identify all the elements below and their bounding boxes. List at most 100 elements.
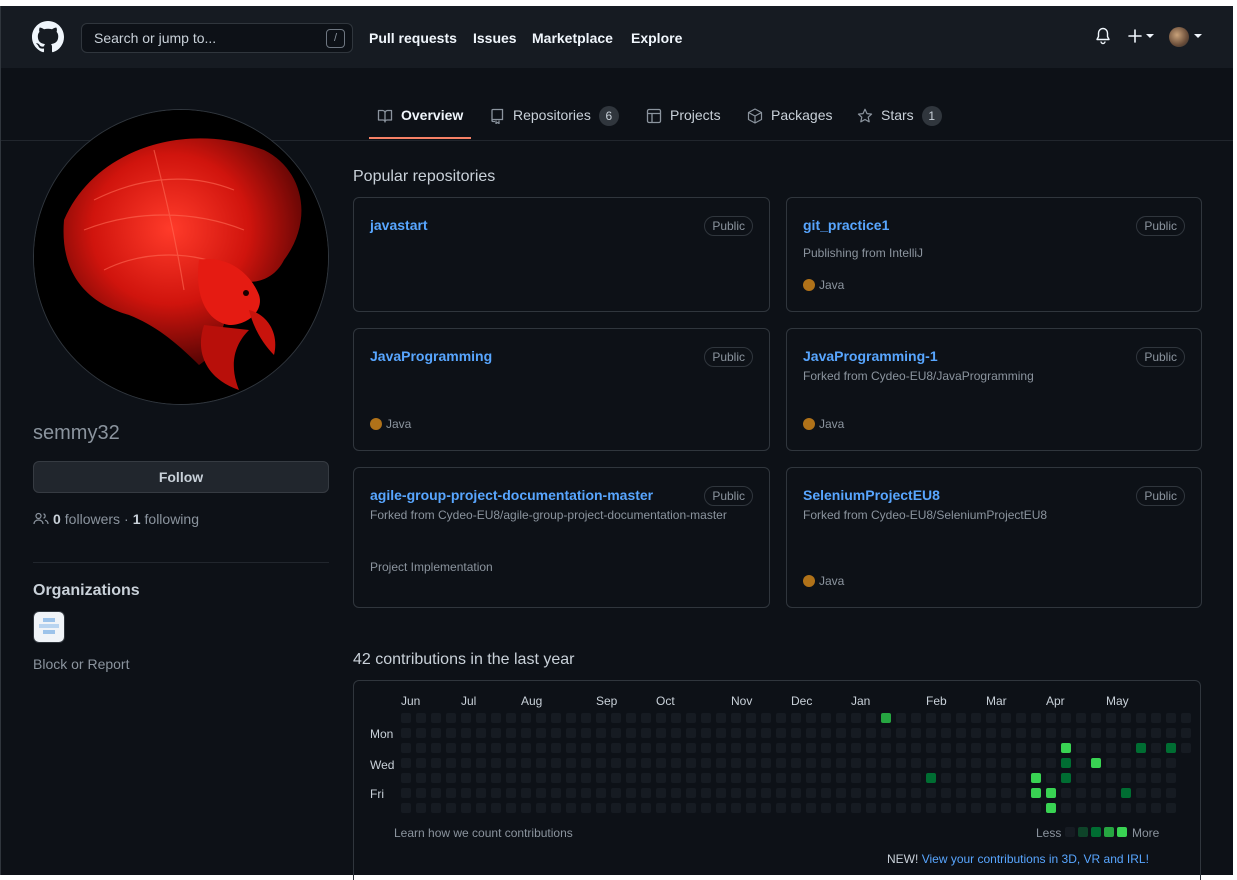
contribution-day[interactable]: [566, 803, 576, 813]
contribution-day[interactable]: [911, 713, 921, 723]
repo-link[interactable]: JavaProgramming-1: [803, 348, 938, 364]
contribution-day[interactable]: [446, 803, 456, 813]
contribution-day[interactable]: [776, 713, 786, 723]
contribution-day[interactable]: [1076, 788, 1086, 798]
contribution-day[interactable]: [911, 773, 921, 783]
contribution-day[interactable]: [1121, 758, 1131, 768]
contribution-day[interactable]: [611, 788, 621, 798]
contribution-day[interactable]: [956, 788, 966, 798]
contribution-day[interactable]: [521, 743, 531, 753]
contribution-day[interactable]: [1046, 788, 1056, 798]
contribution-day[interactable]: [671, 803, 681, 813]
view-3d-contributions-link[interactable]: View your contributions in 3D, VR and IR…: [922, 852, 1149, 866]
contribution-day[interactable]: [596, 728, 606, 738]
contribution-day[interactable]: [911, 803, 921, 813]
contribution-day[interactable]: [851, 773, 861, 783]
contribution-day[interactable]: [1151, 728, 1161, 738]
contribution-day[interactable]: [1106, 758, 1116, 768]
contribution-day[interactable]: [1016, 803, 1026, 813]
contribution-day[interactable]: [746, 743, 756, 753]
contribution-day[interactable]: [1061, 788, 1071, 798]
contribution-day[interactable]: [821, 788, 831, 798]
contribution-day[interactable]: [656, 758, 666, 768]
contribution-day[interactable]: [596, 743, 606, 753]
contribution-day[interactable]: [956, 803, 966, 813]
contribution-day[interactable]: [1046, 758, 1056, 768]
contribution-day[interactable]: [746, 728, 756, 738]
contribution-day[interactable]: [611, 803, 621, 813]
contribution-day[interactable]: [776, 728, 786, 738]
contribution-day[interactable]: [1016, 728, 1026, 738]
plus-dropdown-caret-icon[interactable]: [1146, 34, 1154, 38]
contribution-day[interactable]: [716, 728, 726, 738]
contribution-day[interactable]: [1001, 788, 1011, 798]
repo-link[interactable]: javastart: [370, 217, 428, 233]
contribution-day[interactable]: [791, 728, 801, 738]
contribution-day[interactable]: [476, 773, 486, 783]
contribution-day[interactable]: [701, 803, 711, 813]
contribution-day[interactable]: [1121, 743, 1131, 753]
contribution-day[interactable]: [476, 803, 486, 813]
contribution-day[interactable]: [671, 728, 681, 738]
contribution-day[interactable]: [1016, 773, 1026, 783]
contribution-day[interactable]: [476, 758, 486, 768]
contribution-day[interactable]: [1016, 713, 1026, 723]
contribution-day[interactable]: [821, 713, 831, 723]
contribution-day[interactable]: [1121, 803, 1131, 813]
repo-link[interactable]: git_practice1: [803, 217, 889, 233]
contribution-day[interactable]: [656, 728, 666, 738]
contribution-day[interactable]: [596, 773, 606, 783]
nav-marketplace[interactable]: Marketplace: [532, 30, 613, 46]
contribution-day[interactable]: [761, 743, 771, 753]
contribution-day[interactable]: [971, 713, 981, 723]
contribution-day[interactable]: [716, 773, 726, 783]
contribution-day[interactable]: [476, 743, 486, 753]
contribution-day[interactable]: [431, 788, 441, 798]
contribution-day[interactable]: [506, 803, 516, 813]
contribution-day[interactable]: [1151, 773, 1161, 783]
contribution-day[interactable]: [506, 713, 516, 723]
contribution-day[interactable]: [926, 713, 936, 723]
contribution-day[interactable]: [926, 758, 936, 768]
contribution-day[interactable]: [881, 788, 891, 798]
contribution-day[interactable]: [551, 728, 561, 738]
tab-repositories[interactable]: Repositories 6: [489, 106, 619, 140]
contribution-day[interactable]: [746, 758, 756, 768]
contribution-day[interactable]: [896, 743, 906, 753]
contribution-day[interactable]: [656, 743, 666, 753]
contribution-day[interactable]: [911, 788, 921, 798]
contribution-day[interactable]: [1136, 728, 1146, 738]
contribution-day[interactable]: [1091, 713, 1101, 723]
organization-avatar[interactable]: [33, 611, 65, 643]
contribution-day[interactable]: [941, 758, 951, 768]
contribution-day[interactable]: [551, 773, 561, 783]
contribution-day[interactable]: [716, 788, 726, 798]
contribution-day[interactable]: [491, 803, 501, 813]
contribution-day[interactable]: [401, 788, 411, 798]
contribution-day[interactable]: [1091, 728, 1101, 738]
contribution-day[interactable]: [1001, 758, 1011, 768]
contribution-day[interactable]: [1076, 713, 1086, 723]
contribution-day[interactable]: [656, 773, 666, 783]
contribution-day[interactable]: [1061, 773, 1071, 783]
contribution-day[interactable]: [536, 758, 546, 768]
contribution-day[interactable]: [926, 743, 936, 753]
contribution-day[interactable]: [656, 803, 666, 813]
contribution-day[interactable]: [701, 773, 711, 783]
contribution-day[interactable]: [1076, 773, 1086, 783]
contribution-day[interactable]: [941, 803, 951, 813]
contribution-day[interactable]: [1166, 743, 1176, 753]
contribution-day[interactable]: [986, 803, 996, 813]
contribution-day[interactable]: [881, 743, 891, 753]
contribution-day[interactable]: [806, 803, 816, 813]
contribution-day[interactable]: [761, 713, 771, 723]
contribution-day[interactable]: [971, 788, 981, 798]
contribution-day[interactable]: [851, 743, 861, 753]
contribution-day[interactable]: [836, 788, 846, 798]
contribution-day[interactable]: [1031, 713, 1041, 723]
contribution-day[interactable]: [671, 773, 681, 783]
contribution-day[interactable]: [431, 743, 441, 753]
contribution-day[interactable]: [761, 758, 771, 768]
contribution-day[interactable]: [731, 743, 741, 753]
contribution-day[interactable]: [791, 758, 801, 768]
